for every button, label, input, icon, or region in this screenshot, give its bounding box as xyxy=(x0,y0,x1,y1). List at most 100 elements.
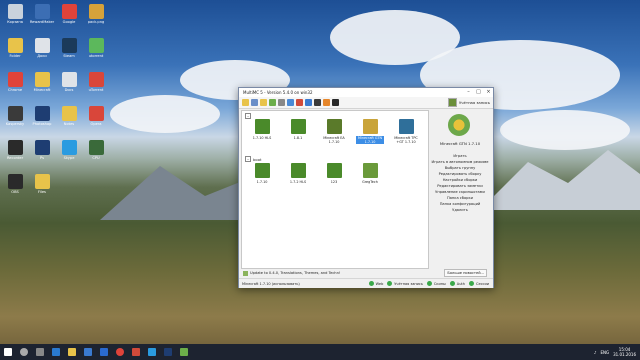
desktop-icon[interactable]: OBS xyxy=(2,174,28,204)
cloud xyxy=(110,95,220,133)
taskbar-chrome[interactable] xyxy=(112,344,128,360)
instance-tile[interactable]: 1.7.10 HLS xyxy=(248,119,276,140)
instance-tile[interactable]: 1.7.10 xyxy=(248,163,276,184)
taskbar-ps[interactable] xyxy=(160,344,176,360)
app-icon xyxy=(61,4,77,19)
taskbar-multimc[interactable] xyxy=(176,344,192,360)
status-ok-icon xyxy=(469,281,474,286)
taskbar-task-view[interactable] xyxy=(32,344,48,360)
add-instance-icon[interactable] xyxy=(242,99,249,106)
desktop-icon[interactable]: CPU xyxy=(83,140,109,170)
status-label: Сессии xyxy=(476,281,489,286)
account-label: Учётная запись xyxy=(458,99,490,105)
about-icon[interactable] xyxy=(314,99,321,106)
desktop-icon[interactable]: Opera xyxy=(83,106,109,136)
desktop-icon[interactable]: Files xyxy=(29,174,55,204)
desktop-icon[interactable]: pack.png xyxy=(83,4,109,34)
instance-icon[interactable] xyxy=(448,114,470,136)
help-icon[interactable] xyxy=(287,99,294,106)
action-9[interactable]: Удалить xyxy=(430,208,490,212)
desktop-icon[interactable]: RewardMaker xyxy=(29,4,55,34)
news-icon[interactable] xyxy=(305,99,312,106)
instance-tile[interactable]: Minecraft GTN 1.7.10 xyxy=(356,119,384,144)
desktop-icon[interactable]: Folder xyxy=(2,38,28,68)
instance-tile[interactable]: 1.8.1 xyxy=(284,119,312,140)
desktop-icon[interactable]: utorrent xyxy=(83,38,109,68)
desktop-icon[interactable]: Ps xyxy=(29,140,55,170)
action-7[interactable]: Папка сборки xyxy=(430,196,490,200)
instance-label: 1.7.10 HLS xyxy=(252,136,272,140)
action-8[interactable]: Папка конфигураций xyxy=(430,202,490,206)
desktop-icon-label: pack.png xyxy=(87,20,105,24)
start-button[interactable] xyxy=(0,344,16,360)
action-5[interactable]: Редактировать заметки xyxy=(430,184,490,188)
language-indicator[interactable]: ENG xyxy=(600,350,609,355)
action-3[interactable]: Редактировать сборку xyxy=(430,172,490,176)
desktop-icon[interactable]: Steam xyxy=(56,38,82,68)
status-indicator[interactable]: Сессии xyxy=(469,281,489,286)
desktop-icon[interactable]: Docs xyxy=(56,72,82,102)
status-indicator[interactable]: Учётная запись xyxy=(387,281,423,286)
instance-tile[interactable]: 1.7.2 HLS xyxy=(284,163,312,184)
close-icon[interactable]: × xyxy=(484,88,493,97)
multimc-window[interactable]: MultiMC 5 - Version 5.4.0 on win32 – □ ×… xyxy=(238,87,494,288)
window-titlebar[interactable]: MultiMC 5 - Version 5.4.0 on win32 – □ × xyxy=(239,88,493,97)
folder-icon[interactable] xyxy=(260,99,267,106)
status-indicator[interactable]: Скины xyxy=(426,281,446,286)
group-header[interactable]: − boot xyxy=(245,156,262,162)
instance-tile[interactable]: 123 xyxy=(320,163,348,184)
taskbar-edge[interactable] xyxy=(48,344,64,360)
more-news-button[interactable]: Больше новостей... xyxy=(444,269,487,277)
taskbar-player[interactable] xyxy=(128,344,144,360)
action-0[interactable]: Играть xyxy=(430,154,490,158)
cat-icon[interactable] xyxy=(332,99,339,106)
volume-icon[interactable]: ♪ xyxy=(594,350,597,355)
taskbar-explorer[interactable] xyxy=(64,344,80,360)
settings-icon[interactable] xyxy=(269,99,276,106)
instance-tile[interactable]: Minecraft EA 1.7.10 xyxy=(320,119,348,144)
desktop-icon-label: Skype xyxy=(63,156,75,160)
desktop-icon[interactable]: Recorder xyxy=(2,140,28,170)
action-4[interactable]: Настройки сборки xyxy=(430,178,490,182)
desktop-icon[interactable]: Skype xyxy=(56,140,82,170)
taskbar-mail[interactable] xyxy=(96,344,112,360)
action-1[interactable]: Играть в автономном режиме xyxy=(430,160,490,164)
status-indicator[interactable]: Auth xyxy=(449,281,465,286)
news-text[interactable]: Update to 0.4.0, Translations, Themes, a… xyxy=(250,271,340,275)
desktop-icon[interactable]: Minecraft xyxy=(29,72,55,102)
taskbar-search[interactable] xyxy=(16,344,32,360)
status-indicator[interactable]: Web xyxy=(368,281,383,286)
taskbar-store[interactable] xyxy=(80,344,96,360)
update-icon[interactable] xyxy=(278,99,285,106)
desktop-icon[interactable]: Notes xyxy=(56,106,82,136)
account-button[interactable]: Учётная запись xyxy=(447,97,490,107)
desktop-icon[interactable]: Chrome xyxy=(2,72,28,102)
instance-tile[interactable]: GregTech xyxy=(356,163,384,184)
clock[interactable]: 15:04 31.01.2016 xyxy=(613,347,636,357)
collapse-icon[interactable]: − xyxy=(245,156,251,162)
patreon-icon[interactable] xyxy=(323,99,330,106)
copy-instance-icon[interactable] xyxy=(251,99,258,106)
desktop-icon-label: Google xyxy=(62,20,76,24)
window-title: MultiMC 5 - Version 5.4.0 on win32 xyxy=(243,90,313,95)
bug-icon[interactable] xyxy=(296,99,303,106)
desktop-icon[interactable]: Photoshop xyxy=(29,106,55,136)
skype-icon xyxy=(148,348,156,356)
app-icon xyxy=(88,72,104,87)
desktop-icon[interactable]: Корзина xyxy=(2,4,28,34)
instance-tile[interactable]: Minecraft TPC +GT 1.7.10 xyxy=(392,119,420,144)
instance-list[interactable]: − − boot 1.7.10 HLS 1.8.1 Minecraft EA 1.7… xyxy=(241,110,429,269)
app-icon xyxy=(61,72,77,87)
desktop-icon[interactable]: uTorrent xyxy=(83,72,109,102)
instance-label: Minecraft TPC +GT 1.7.10 xyxy=(394,136,418,144)
maximize-icon[interactable]: □ xyxy=(474,88,483,97)
date: 31.01.2016 xyxy=(613,352,636,357)
minimize-icon[interactable]: – xyxy=(464,88,473,97)
desktop-icon[interactable]: Google xyxy=(56,4,82,34)
taskbar-skype[interactable] xyxy=(144,344,160,360)
desktop-icon[interactable]: Kaspersky xyxy=(2,106,28,136)
action-6[interactable]: Управление скриншотами xyxy=(430,190,490,194)
action-2[interactable]: Выбрать группу xyxy=(430,166,490,170)
instance-name[interactable]: Minecraft GTN 1.7.10 xyxy=(430,141,490,146)
desktop-icon[interactable]: Доки xyxy=(29,38,55,68)
